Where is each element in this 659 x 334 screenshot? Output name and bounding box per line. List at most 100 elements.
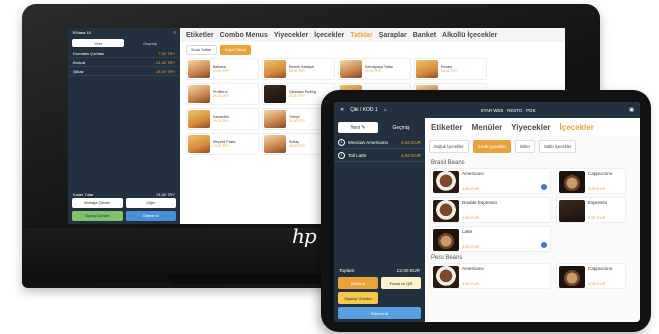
tablet-product-grid: Americano 4,50 EUR Cappuccino 4,50 EUR — [425, 263, 640, 289]
order-item-qty: 1 — [338, 151, 345, 159]
tablet-product-area: Etiketler Menüler Yiyecekler İçecekler S… — [425, 118, 640, 322]
order-row[interactable]: Brokoli 24,00 TRY — [68, 58, 180, 67]
product-card[interactable]: Baklava 24,00 TRY — [186, 58, 259, 80]
category-menus[interactable]: Menüler — [472, 123, 503, 132]
tab-history[interactable]: Geçmiş — [381, 122, 421, 133]
order-row[interactable]: Domates Çorbası 7,00 TRY — [68, 49, 180, 58]
total-label: Kalan Tutar — [73, 191, 94, 197]
subcategory-chip[interactable]: Sütlü İçecekler — [538, 140, 577, 153]
product-price: 22,00 TRY — [365, 69, 382, 73]
take-payment-button[interactable]: Ödeme Al — [338, 307, 421, 319]
category-food[interactable]: Yiyecekler — [511, 123, 550, 132]
order-item-price: 7,00 TRY — [158, 50, 175, 56]
subcategory-chip[interactable]: Soğuk Tatlılar — [219, 45, 252, 55]
order-row[interactable]: 1 Tall Latte 4,50 EUR — [334, 149, 425, 162]
hp-logo: hp — [292, 224, 317, 248]
tab-new-label: Yeni — [350, 124, 360, 131]
section-title: Peru Beans — [431, 255, 463, 261]
menu-icon[interactable]: ▣ — [629, 107, 634, 113]
subcategory-chip[interactable]: Sıcak İçecekler — [472, 140, 512, 153]
product-price: 22,00 TRY — [289, 119, 306, 123]
category-combo-menus[interactable]: Combo Menus — [220, 32, 268, 39]
table-label: Çiki / KOD 1 — [350, 107, 378, 113]
product-price: 16,00 TRY — [289, 94, 306, 98]
category-drinks[interactable]: İçecekler — [314, 32, 344, 39]
badge-icon — [541, 184, 547, 190]
product-price: 28,00 TRY — [289, 69, 306, 73]
brand-text: STAR WEB · RESTO · POS — [480, 107, 536, 113]
product-name: Espresso — [588, 200, 608, 205]
product-image — [188, 110, 210, 128]
product-image — [264, 135, 286, 153]
order-item-qty: 1 — [338, 138, 345, 146]
product-card[interactable]: Espresso 4,50 EUR — [556, 197, 626, 223]
product-card[interactable]: Latte 4,50 EUR — [430, 226, 551, 252]
tablet-product-grid: Americano 4,50 EUR Cappuccino 4,50 EUR Dou… — [425, 168, 640, 252]
product-card[interactable]: Double Espresso 4,50 EUR — [430, 197, 551, 223]
order-total: Toplam 12,00 EUR — [334, 269, 425, 274]
product-image — [559, 266, 585, 288]
category-desserts[interactable]: Tatlılar — [350, 32, 372, 39]
category-wines[interactable]: Şaraplar — [379, 32, 407, 39]
send-order-button[interactable]: Siparişi Gönder — [72, 211, 123, 221]
tablet-subcategory-bar: Soğuk İçecekler Sıcak İçecekler Birler S… — [425, 136, 640, 157]
tab-history[interactable]: Geçmiş — [124, 39, 176, 47]
close-icon[interactable]: ✕ — [340, 107, 344, 113]
tablet-action-buttons: Bölüm'a Fırsat ve QR Siparişi Gönder Öde… — [338, 277, 421, 319]
table-label: Masa 18 — [75, 30, 91, 35]
product-name: Americano — [462, 171, 484, 176]
tab-new[interactable]: Yeni — [72, 39, 124, 47]
subcategory-chip[interactable]: Soğuk İçecekler — [429, 140, 469, 153]
order-row[interactable]: Şiklaz 18,00 TRY — [68, 67, 180, 76]
split-button[interactable]: Bölüm'a — [338, 277, 378, 289]
product-card[interactable]: Meyveli Pasta 24,00 TRY — [186, 133, 259, 155]
product-card[interactable]: Kazandibi 20,00 TRY — [186, 108, 259, 130]
category-tags[interactable]: Etiketler — [186, 32, 214, 39]
product-image — [188, 60, 210, 78]
tablet-order-tabs: Yeni ✎ Geçmiş — [334, 118, 425, 136]
product-name: Double Espresso — [462, 200, 497, 205]
product-price: 4,50 EUR — [588, 281, 606, 286]
subcategory-chip[interactable]: Birler — [515, 140, 535, 153]
product-card[interactable]: Kemalpaşa Tatlısı 22,00 TRY — [338, 58, 411, 80]
product-card[interactable]: Americano 4,50 EUR — [430, 168, 551, 194]
product-image — [264, 85, 286, 103]
order-row[interactable]: 1 Mexican Americano 4,50 EUR — [334, 136, 425, 149]
product-image — [264, 60, 286, 78]
send-order-button[interactable]: Siparişi Gönder — [338, 292, 378, 304]
tablet-category-bar: Etiketler Menüler Yiyecekler İçecekler — [425, 118, 640, 136]
product-image — [188, 135, 210, 153]
category-drinks[interactable]: İçecekler — [560, 123, 594, 132]
product-price: 26,00 TRY — [213, 94, 230, 98]
product-card[interactable]: Cappuccino 4,50 EUR — [556, 263, 626, 289]
product-image — [188, 85, 210, 103]
send-to-kitchen-button[interactable]: Mutfağa Gönder — [72, 198, 123, 208]
qr-button[interactable]: Fırsat ve QR — [381, 277, 421, 289]
product-image — [416, 60, 438, 78]
product-image — [340, 60, 362, 78]
category-banquet[interactable]: Banket — [413, 32, 436, 39]
section-title: Brasil Beans — [431, 160, 465, 166]
table-icon[interactable]: ⌂ — [384, 107, 387, 113]
menu-icon[interactable]: ≡ — [174, 30, 176, 35]
monitor-order-tabs: Yeni Geçmiş — [72, 39, 176, 47]
product-card[interactable]: Revani 18,00 TRY — [414, 58, 487, 80]
product-card[interactable]: Ekmek Kadayıfı 28,00 TRY — [262, 58, 335, 80]
product-card[interactable]: Profiterol 26,00 TRY — [186, 83, 259, 105]
product-price: 20,00 TRY — [213, 119, 230, 123]
category-food[interactable]: Yiyecekler — [274, 32, 308, 39]
product-card[interactable]: Cappuccino 4,50 EUR — [556, 168, 626, 194]
tab-new[interactable]: Yeni ✎ — [338, 122, 378, 133]
order-item-price: 4,50 EUR — [401, 152, 421, 158]
monitor-topbar: ✕ Masa 18 ≡ — [68, 28, 180, 37]
other-button[interactable]: Diğer — [125, 198, 176, 208]
product-card[interactable]: Americano 4,50 EUR — [430, 263, 551, 289]
product-price: 24,00 TRY — [213, 69, 230, 73]
take-payment-button[interactable]: Ödeme Al — [125, 211, 176, 221]
product-price: 4,50 EUR — [462, 244, 480, 249]
category-alcoholic-drinks[interactable]: Alkollü İçecekler — [442, 32, 497, 39]
total-label: Toplam — [339, 269, 355, 274]
subcategory-chip[interactable]: Sıcak Tatlılar — [186, 45, 217, 55]
product-price: 4,50 EUR — [462, 281, 480, 286]
category-tags[interactable]: Etiketler — [431, 123, 463, 132]
